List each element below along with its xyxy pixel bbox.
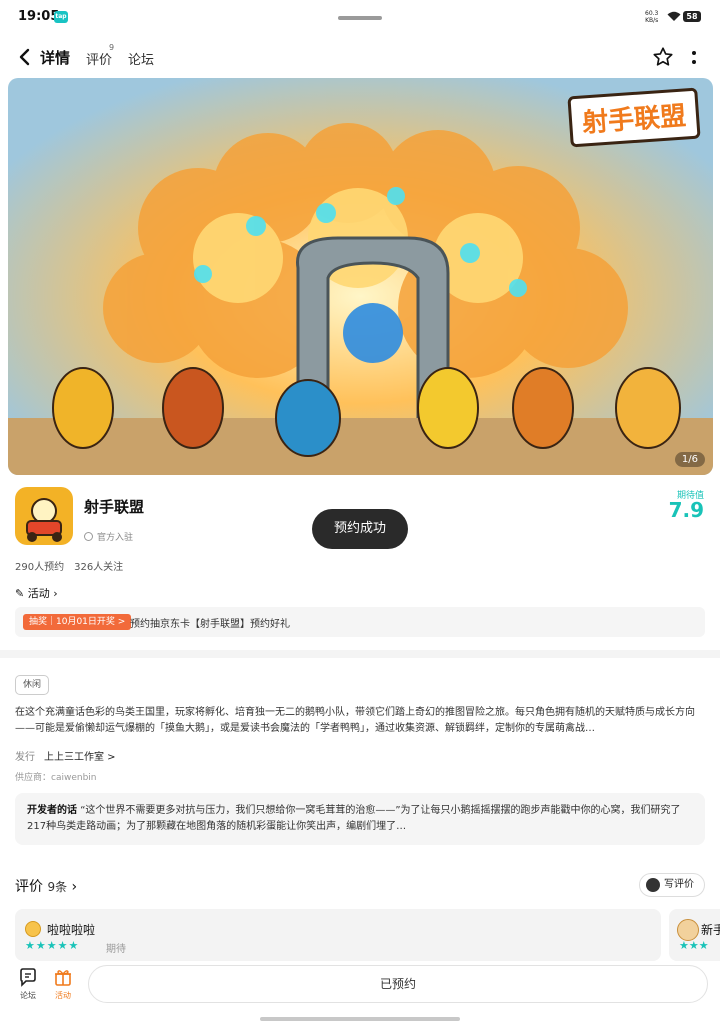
rating-stars: ★★★ <box>679 939 709 952</box>
gift-icon <box>55 970 71 986</box>
official-label: 官方入驻 <box>97 533 134 543</box>
review-tag: 期待 <box>106 944 126 955</box>
tab-review-count: 9 <box>109 43 115 52</box>
forum-nav-button[interactable]: 论坛 <box>14 967 42 1001</box>
activity-heading-label: 活动 <box>27 587 50 600</box>
publisher-label: 发行 <box>15 752 35 763</box>
reserved-button[interactable]: 已预约 <box>88 965 708 1003</box>
battery-icon: 58 <box>683 11 701 22</box>
hero-banner[interactable]: 射手联盟 1/6 <box>8 78 713 475</box>
reviews-heading[interactable]: 评价 9条 › <box>15 876 77 896</box>
chevron-right-icon: › <box>71 879 78 895</box>
write-review-label: 写评价 <box>664 879 694 890</box>
game-description[interactable]: 在这个充满童话色彩的鸟类王国里，玩家将孵化、培育独一无二的鹅鸭小队，带领它们踏上… <box>15 705 705 737</box>
tab-forum[interactable]: 论坛 <box>128 49 154 68</box>
reservation-count: 290人预约 <box>15 562 65 573</box>
lottery-badge: 抽奖｜10月01日开奖 > <box>23 614 132 630</box>
image-counter: 1/6 <box>674 452 705 467</box>
back-icon[interactable] <box>16 47 34 67</box>
app-title: 射手联盟 <box>84 498 145 516</box>
pin-icon: ✎ <box>15 587 25 600</box>
promo-banner[interactable]: 抽奖｜10月01日开奖 > 预约抽京东卡【射手联盟】预约好礼 <box>15 607 705 637</box>
section-divider <box>0 650 720 658</box>
activity-nav-label: 活动 <box>55 991 71 1000</box>
activity-nav-button[interactable]: 活动 <box>49 967 77 1001</box>
more-options-icon[interactable] <box>688 48 700 68</box>
promo-text: 预约抽京东卡【射手联盟】预约好礼 <box>130 619 290 630</box>
bottom-action-bar: 论坛 活动 已预约 <box>0 961 720 1024</box>
favorite-star-icon[interactable] <box>652 46 674 68</box>
rating-stars: ★★★★★ <box>25 939 80 952</box>
net-speed-value: 60.3 <box>645 10 659 17</box>
home-indicator[interactable] <box>260 1017 460 1021</box>
tab-detail[interactable]: 详情 <box>40 47 71 69</box>
reviewer-name: 啦啦啦啦 <box>47 923 96 937</box>
supplier-text: 供应商：caiwenbin <box>15 773 97 783</box>
developer-note-text: “这个世界不需要更多对抗与压力，我们只想给你一窝毛茸茸的治愈——”为了让每只小鹅… <box>27 805 681 832</box>
net-speed-unit: KB/s <box>645 17 659 24</box>
developer-note-label: 开发者的话 <box>27 805 77 816</box>
toast-message: 预约成功 <box>312 509 408 549</box>
chat-bubble-icon <box>20 968 36 987</box>
reviewer-name: 新手 <box>701 923 720 937</box>
status-bar: 19:05 tap 60.3 KB/s 58 <box>0 0 720 34</box>
app-icon <box>15 487 73 545</box>
window-handle[interactable] <box>338 16 382 20</box>
reviewer-avatar <box>25 921 41 937</box>
official-badge: 官方入驻 <box>84 530 133 543</box>
reviewer-avatar <box>677 919 699 941</box>
activity-heading[interactable]: ✎ 活动 › <box>15 585 58 601</box>
user-avatar <box>646 878 660 892</box>
chevron-right-icon: › <box>53 587 58 600</box>
game-logo-art: 射手联盟 <box>567 87 701 148</box>
wifi-icon <box>667 11 681 21</box>
reviews-count: 9条 <box>47 880 68 894</box>
top-nav: 详情 评价 9 论坛 <box>0 38 720 76</box>
review-card[interactable]: 啦啦啦啦 ★★★★★ 期待 <box>15 909 661 961</box>
publisher-link[interactable]: 上上三工作室 > <box>44 748 116 763</box>
expect-value: 7.9 <box>668 498 704 522</box>
forum-nav-label: 论坛 <box>20 991 36 1000</box>
review-card[interactable]: 新手 ★★★ <box>669 909 720 961</box>
follower-count: 326人关注 <box>74 562 124 573</box>
reviews-heading-label: 评价 <box>15 879 43 895</box>
write-review-button[interactable]: 写评价 <box>639 873 705 897</box>
genre-tag[interactable]: 休闲 <box>15 675 50 695</box>
developer-note[interactable]: 开发者的话 “这个世界不需要更多对抗与压力，我们只想给你一窝毛茸茸的治愈——”为… <box>15 793 705 845</box>
verified-icon <box>84 532 93 541</box>
taptap-notification-icon: tap <box>54 11 68 23</box>
app-stats: 290人预约 326人关注 <box>15 558 133 573</box>
network-speed: 60.3 KB/s <box>645 10 658 24</box>
